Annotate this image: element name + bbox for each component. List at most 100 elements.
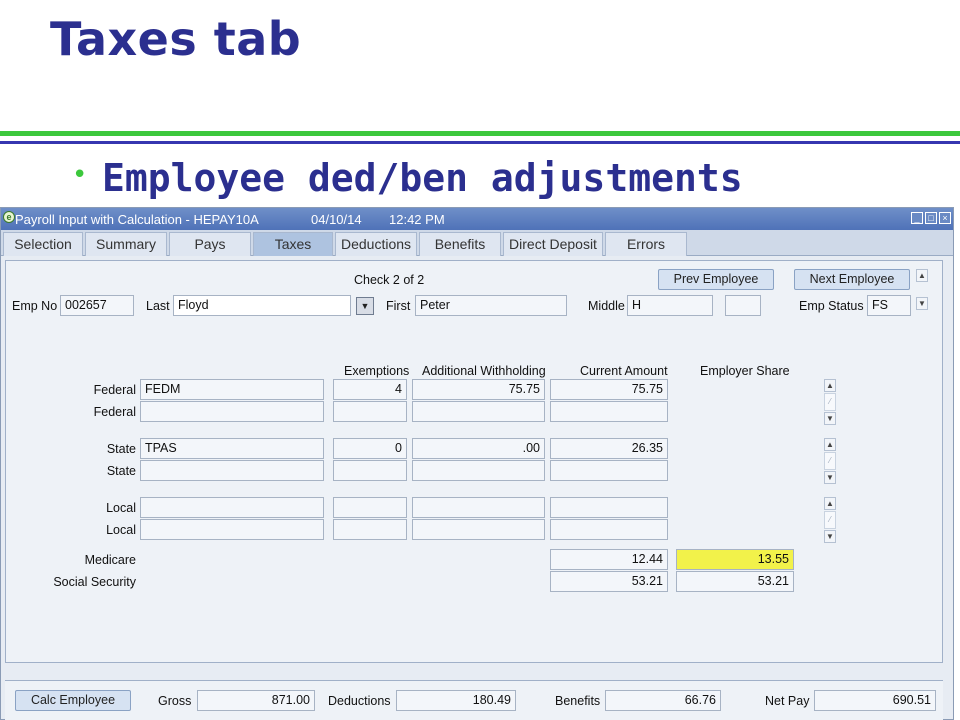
federal-exemptions-field-2[interactable] <box>333 401 407 422</box>
state-exemptions-field-2[interactable] <box>333 460 407 481</box>
middle-name-field[interactable]: H <box>627 295 713 316</box>
prev-employee-button[interactable]: Prev Employee <box>658 269 774 290</box>
scroll-down-icon[interactable]: ▼ <box>824 530 836 543</box>
taxes-panel: Check 2 of 2 Prev Employee Next Employee… <box>5 260 943 663</box>
emp-status-field[interactable]: FS <box>867 295 911 316</box>
state-current-field[interactable]: 26.35 <box>550 438 668 459</box>
scroll-track[interactable]: ⁄ <box>824 511 836 529</box>
local-additional-field-2[interactable] <box>412 519 545 540</box>
window-date: 04/10/14 <box>311 212 362 227</box>
bullet-dot: • <box>72 160 88 190</box>
tab-direct-deposit[interactable]: Direct Deposit <box>503 232 603 256</box>
scroll-down-icon[interactable]: ▼ <box>916 297 928 310</box>
window-time: 12:42 PM <box>389 212 445 227</box>
tax-row-label: Federal <box>93 405 136 419</box>
scroll-track[interactable]: ⁄ <box>824 452 836 470</box>
social-security-current-field[interactable]: 53.21 <box>550 571 668 592</box>
net-pay-label: Net Pay <box>765 694 810 708</box>
next-employee-button[interactable]: Next Employee <box>794 269 910 290</box>
tab-benefits[interactable]: Benefits <box>419 232 501 256</box>
column-employer-share: Employer Share <box>700 364 790 378</box>
scroll-down-icon[interactable]: ▼ <box>824 471 836 484</box>
federal-current-field-2[interactable] <box>550 401 668 422</box>
minimize-icon[interactable]: _ <box>911 212 923 224</box>
state-additional-field[interactable]: .00 <box>412 438 545 459</box>
green-divider <box>0 131 960 136</box>
emp-status-label: Emp Status <box>799 299 864 313</box>
federal-exemptions-field[interactable]: 4 <box>333 379 407 400</box>
tab-errors[interactable]: Errors <box>605 232 687 256</box>
gross-label: Gross <box>158 694 192 708</box>
federal-additional-field-2[interactable] <box>412 401 545 422</box>
emp-no-field[interactable]: 002657 <box>60 295 134 316</box>
dropdown-arrow-icon[interactable]: ▼ <box>356 297 374 315</box>
medicare-label: Medicare <box>84 553 136 567</box>
middle-name-label: Middle <box>588 299 625 313</box>
tax-row-label: Local <box>106 523 136 537</box>
net-pay-field[interactable]: 690.51 <box>814 690 936 711</box>
scroll-up-icon[interactable]: ▲ <box>824 379 836 392</box>
scroll-up-icon[interactable]: ▲ <box>824 438 836 451</box>
local-code-field[interactable] <box>140 497 324 518</box>
tax-row-label: Local <box>106 501 136 515</box>
local-current-field-2[interactable] <box>550 519 668 540</box>
social-security-label: Social Security <box>53 575 136 589</box>
tab-selection[interactable]: Selection <box>3 232 83 256</box>
last-name-label: Last <box>146 299 170 313</box>
suffix-field[interactable] <box>725 295 761 316</box>
app-icon: e <box>3 211 15 223</box>
tab-bar: Selection Summary Pays Taxes Deductions … <box>1 230 953 256</box>
check-indicator: Check 2 of 2 <box>354 273 425 287</box>
tax-row-label: State <box>106 464 136 478</box>
medicare-current-field[interactable]: 12.44 <box>550 549 668 570</box>
deductions-field[interactable]: 180.49 <box>396 690 516 711</box>
state-code-field-2[interactable] <box>140 460 324 481</box>
state-additional-field-2[interactable] <box>412 460 545 481</box>
scroll-track[interactable]: ⁄ <box>824 393 836 411</box>
social-security-employer-field[interactable]: 53.21 <box>676 571 794 592</box>
totals-footer: Calc Employee Gross 871.00 Deductions 18… <box>5 680 943 720</box>
first-name-label: First <box>386 299 411 313</box>
bullet-text: Employee ded/ben adjustments <box>102 156 743 200</box>
gross-field[interactable]: 871.00 <box>197 690 315 711</box>
state-code-field[interactable]: TPAS <box>140 438 324 459</box>
column-current-amount: Current Amount <box>580 364 668 378</box>
tab-taxes[interactable]: Taxes <box>253 232 333 256</box>
local-additional-field[interactable] <box>412 497 545 518</box>
column-exemptions: Exemptions <box>344 364 410 378</box>
calc-employee-button[interactable]: Calc Employee <box>15 690 131 711</box>
federal-code-field-2[interactable] <box>140 401 324 422</box>
local-exemptions-field-2[interactable] <box>333 519 407 540</box>
column-additional-withholding: Additional Withholding <box>422 364 546 378</box>
last-name-field[interactable]: Floyd <box>173 295 351 316</box>
payroll-window: e Payroll Input with Calculation - HEPAY… <box>0 207 954 720</box>
tax-row-label: State <box>106 442 136 456</box>
scroll-down-icon[interactable]: ▼ <box>824 412 836 425</box>
blue-divider <box>0 141 960 144</box>
local-exemptions-field[interactable] <box>333 497 407 518</box>
first-name-field[interactable]: Peter <box>415 295 567 316</box>
deductions-label: Deductions <box>328 694 391 708</box>
federal-current-field[interactable]: 75.75 <box>550 379 668 400</box>
medicare-employer-field[interactable]: 13.55 <box>676 549 794 570</box>
tab-summary[interactable]: Summary <box>85 232 167 256</box>
maximize-icon[interactable]: □ <box>925 212 937 224</box>
state-current-field-2[interactable] <box>550 460 668 481</box>
benefits-label: Benefits <box>555 694 601 708</box>
local-current-field[interactable] <box>550 497 668 518</box>
emp-no-label: Emp No <box>12 299 58 313</box>
federal-additional-field[interactable]: 75.75 <box>412 379 545 400</box>
close-icon[interactable]: × <box>939 212 951 224</box>
tax-row-label: Federal <box>93 383 136 397</box>
slide-title: Taxes tab <box>50 12 302 66</box>
tab-pays[interactable]: Pays <box>169 232 251 256</box>
tab-deductions[interactable]: Deductions <box>335 232 417 256</box>
scroll-up-icon[interactable]: ▲ <box>916 269 928 282</box>
federal-code-field[interactable]: FEDM <box>140 379 324 400</box>
scroll-up-icon[interactable]: ▲ <box>824 497 836 510</box>
window-title: Payroll Input with Calculation - HEPAY10… <box>15 212 259 227</box>
window-titlebar: e Payroll Input with Calculation - HEPAY… <box>1 208 953 230</box>
benefits-field[interactable]: 66.76 <box>605 690 721 711</box>
state-exemptions-field[interactable]: 0 <box>333 438 407 459</box>
local-code-field-2[interactable] <box>140 519 324 540</box>
